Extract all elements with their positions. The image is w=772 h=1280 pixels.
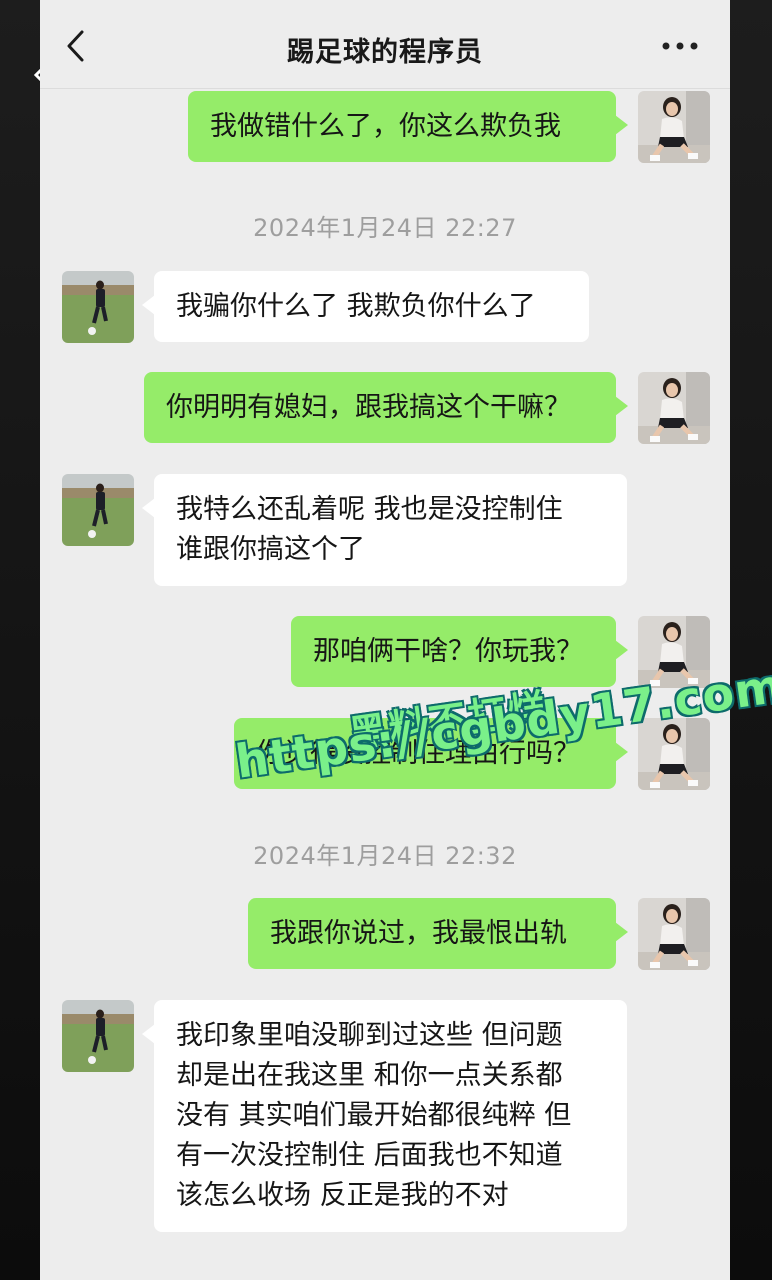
message-bubble-sent[interactable]: 我做错什么了，你这么欺负我 <box>188 91 628 162</box>
more-dots-icon[interactable] <box>660 36 700 56</box>
timestamp: 2024年1月24日 22:32 <box>253 842 517 870</box>
self-avatar[interactable] <box>638 372 710 444</box>
contact-avatar[interactable] <box>62 271 134 343</box>
chat-title: 踢足球的程序员 <box>287 37 483 68</box>
message-bubble-received[interactable]: 我骗你什么了 我欺负你什么了 <box>142 271 589 342</box>
timestamp: 2024年1月24日 22:27 <box>253 214 517 242</box>
message-bubble-sent[interactable]: 我跟你说过，我最恨出轨 <box>248 898 628 969</box>
message-bubble-sent[interactable]: 那咱俩干啥？你玩我？ <box>291 616 628 687</box>
right-dark-strip <box>730 0 772 1280</box>
contact-avatar[interactable] <box>62 1000 134 1072</box>
message-bubble-received[interactable]: 我特么还乱着呢 我也是没控制住 谁跟你搞这个了 <box>142 474 627 586</box>
self-avatar[interactable] <box>638 898 710 970</box>
chat-header: 踢足球的程序员 <box>40 0 730 89</box>
message-bubble-received[interactable]: 我印象里咱没聊到过这些 但问题 却是出在我这里 和你一点关系都 没有 其实咱们最… <box>142 1000 627 1232</box>
self-avatar[interactable] <box>638 91 710 163</box>
message-bubble-sent[interactable]: 你明明有媳妇，跟我搞这个干嘛？ <box>144 372 628 443</box>
left-dark-strip <box>0 0 40 1280</box>
contact-avatar[interactable] <box>62 474 134 546</box>
chat-screen: 踢足球的程序员 我做错什么了，你这么欺负我 2024年1月24日 22:27 我… <box>40 0 730 1280</box>
